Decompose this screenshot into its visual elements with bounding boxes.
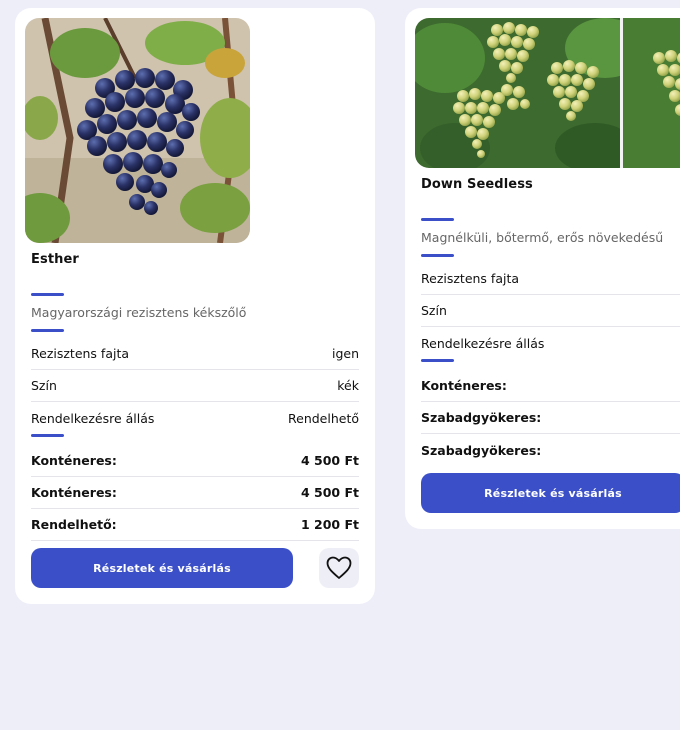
spec-row-availability: Rendelkezésre állás R <box>421 327 680 359</box>
details-and-buy-button[interactable]: Részletek és vásárlás <box>31 548 293 588</box>
accent-divider <box>421 254 454 257</box>
spec-label: Szín <box>421 303 447 318</box>
spec-value: Rendelhető <box>288 410 359 426</box>
spec-label: Rezisztens fajta <box>31 346 130 361</box>
accent-divider <box>31 434 64 437</box>
price-row: Szabadgyökeres: <box>421 402 680 434</box>
price-row: Szabadgyökeres: <box>421 434 680 466</box>
details-and-buy-button[interactable]: Részletek és vásárlás <box>421 473 680 513</box>
spec-row-availability: Rendelkezésre állás Rendelhető <box>31 402 359 434</box>
price-label: Szabadgyökeres: <box>421 410 542 425</box>
price-label: Konténeres: <box>421 378 507 393</box>
price-label: Rendelhető: <box>31 517 117 532</box>
product-image-down-seedless[interactable] <box>415 18 680 168</box>
product-title[interactable]: Down Seedless <box>421 177 533 192</box>
price-row: Konténeres: 4 500 Ft <box>31 477 359 509</box>
product-card-down-seedless: Down Seedless Magnélküli, bőtermő, erős … <box>405 8 680 529</box>
spec-label: Szín <box>31 378 57 393</box>
spec-row-color: Szín <box>421 295 680 327</box>
spec-value: igen <box>331 346 359 361</box>
price-label: Szabadgyökeres: <box>421 442 542 458</box>
price-row: Rendelhető: 1 200 Ft <box>31 509 359 541</box>
price-row: Konténeres: 4 500 Ft <box>31 445 359 477</box>
product-subtitle: Magyarországi rezisztens kékszőlő <box>31 305 247 320</box>
spec-value: kék <box>337 378 359 393</box>
spec-row-color: Szín kék <box>31 370 359 402</box>
accent-divider <box>31 293 64 296</box>
price-label: Konténeres: <box>31 453 117 468</box>
price-value: 1 200 Ft <box>300 517 359 532</box>
accent-divider <box>421 218 454 221</box>
product-subtitle: Magnélküli, bőtermő, erős növekedésű <box>421 230 664 245</box>
favorite-button[interactable] <box>319 548 359 588</box>
spec-label: Rendelkezésre állás <box>421 335 545 351</box>
price-value: 4 500 Ft <box>300 485 359 500</box>
spec-row-resistant: Rezisztens fajta <box>421 263 680 295</box>
price-label: Konténeres: <box>31 485 117 500</box>
spec-label: Rendelkezésre állás <box>31 410 155 426</box>
heart-icon <box>326 556 352 579</box>
product-image-esther[interactable] <box>25 18 250 243</box>
price-value: 4 500 Ft <box>300 453 359 468</box>
price-row: Konténeres: <box>421 370 680 402</box>
spec-row-resistant: Rezisztens fajta igen <box>31 338 359 370</box>
accent-divider <box>31 329 64 332</box>
spec-label: Rezisztens fajta <box>421 271 520 286</box>
accent-divider <box>421 359 454 362</box>
product-title[interactable]: Esther <box>31 252 79 267</box>
product-card-esther: Esther Magyarországi rezisztens kékszőlő… <box>15 8 375 604</box>
